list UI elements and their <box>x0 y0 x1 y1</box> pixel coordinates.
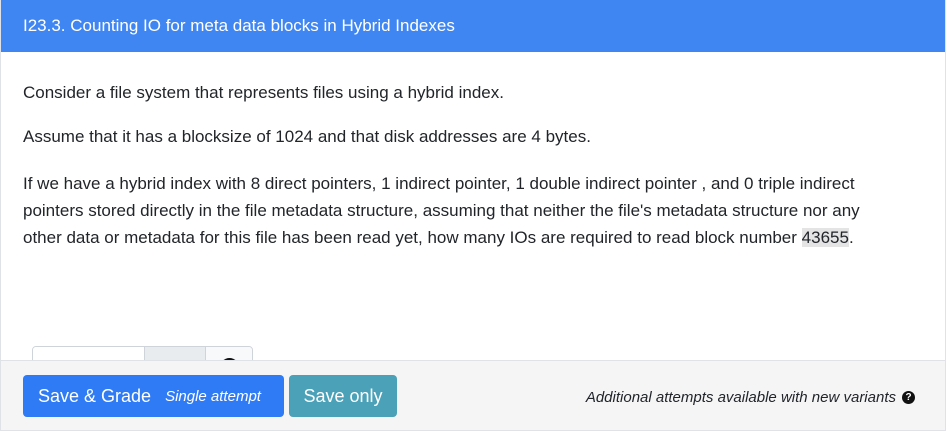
question-circle-icon[interactable]: ? <box>902 391 915 404</box>
question-paragraph-3: If we have a hybrid index with 8 direct … <box>23 170 885 251</box>
question-paragraph-2: Assume that it has a blocksize of 1024 a… <box>23 127 591 146</box>
question-card: I23.3. Counting IO for meta data blocks … <box>0 0 946 431</box>
block-number-value: 43655 <box>801 228 849 247</box>
save-only-label: Save only <box>303 385 383 406</box>
attempts-note-text: Additional attempts available with new v… <box>585 389 896 406</box>
save-and-grade-button[interactable]: Save & Grade Single attempt <box>23 375 284 417</box>
save-and-grade-label: Save & Grade <box>38 385 152 406</box>
question-title: I23.3. Counting IO for meta data blocks … <box>23 16 455 35</box>
single-attempt-label: Single attempt <box>165 387 261 405</box>
question-header: I23.3. Counting IO for meta data blocks … <box>1 0 945 52</box>
attempts-note: Additional attempts available with new v… <box>586 389 915 406</box>
question-text-end: . <box>848 228 854 247</box>
question-text: If we have a hybrid index with 8 direct … <box>23 174 860 247</box>
save-only-button[interactable]: Save only <box>289 375 397 417</box>
question-footer: Save & Grade Single attempt Save only Ad… <box>1 360 945 430</box>
question-paragraph-1: Consider a file system that represents f… <box>23 83 504 102</box>
